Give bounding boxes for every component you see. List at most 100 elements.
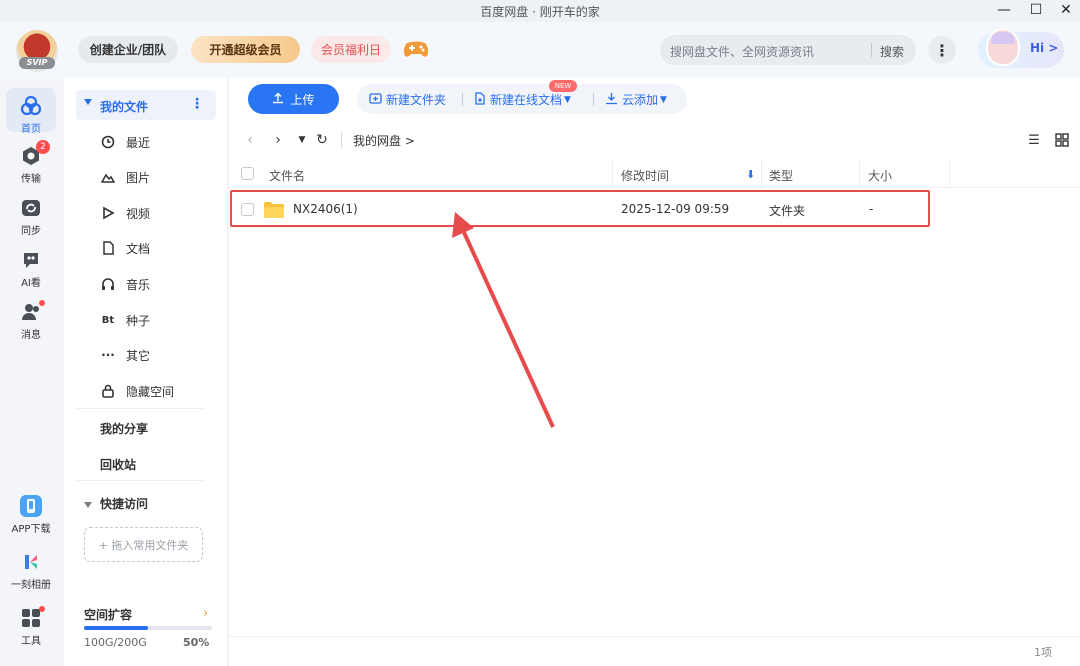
- minimize-button[interactable]: —: [990, 0, 1018, 20]
- download-icon: [605, 92, 618, 108]
- more-menu-icon[interactable]: ⋮: [928, 36, 956, 64]
- open-vip-button[interactable]: 开通超级会员: [191, 36, 300, 63]
- maximize-button[interactable]: ☐: [1022, 0, 1050, 20]
- drop-folder-zone[interactable]: + 拖入常用文件夹: [84, 527, 203, 562]
- chevron-right-icon[interactable]: ›: [203, 606, 208, 621]
- table-row[interactable]: NX2406(1) 2025-12-09 09:59 文件夹 -: [230, 190, 930, 227]
- search-button[interactable]: 搜索: [880, 43, 904, 60]
- sidebar-item-my-files[interactable]: 我的文件 ⋮: [76, 90, 216, 120]
- column-type-header[interactable]: 类型: [769, 167, 793, 184]
- select-all-checkbox[interactable]: [241, 167, 254, 180]
- sort-desc-icon[interactable]: ⬇: [746, 168, 755, 181]
- storage-progress-fill: [84, 626, 148, 630]
- member-welfare-button[interactable]: 会员福利日: [311, 36, 391, 63]
- nav-divider: [341, 132, 342, 148]
- sidebar-item-label: 种子: [126, 313, 151, 328]
- document-icon: [100, 240, 116, 256]
- rail-label-home: 首页: [21, 124, 41, 135]
- cloud-add-button[interactable]: 云添加 ▼: [605, 91, 667, 108]
- phone-icon: [19, 494, 43, 518]
- home-cloud-icon: [19, 94, 43, 118]
- close-button[interactable]: ✕: [1052, 0, 1080, 20]
- sync-icon: [19, 196, 43, 220]
- sidebar-item-documents[interactable]: 文档: [100, 238, 150, 258]
- rail-item-sync[interactable]: 同步: [6, 196, 56, 237]
- main-panel: 上传 新建文件夹 新建在线文档 ▼ NEW 云添加 ▼ ‹ › ▼ ↻ 我的网盘…: [229, 78, 1080, 666]
- rail-item-album[interactable]: 一刻相册: [6, 550, 56, 591]
- more-vertical-icon[interactable]: ⋮: [190, 96, 204, 112]
- toolbar-divider: [593, 93, 594, 106]
- new-folder-button[interactable]: 新建文件夹: [369, 91, 446, 108]
- gamepad-icon[interactable]: [402, 39, 430, 59]
- toolbar-divider: [462, 93, 463, 106]
- rail-item-tools[interactable]: 工具: [6, 606, 56, 647]
- rail-label-tools: 工具: [21, 636, 41, 647]
- rail-item-messages[interactable]: 消息: [6, 300, 56, 341]
- sidebar-item-label: 图片: [126, 170, 151, 185]
- rail-label-sync: 同步: [21, 226, 41, 237]
- history-dropdown-icon[interactable]: ▼: [293, 130, 311, 150]
- column-divider: [612, 160, 613, 188]
- sidebar-item-recent[interactable]: 最近: [100, 132, 150, 152]
- grid-view-icon[interactable]: [1053, 131, 1071, 149]
- rail-item-app-download[interactable]: APP下载: [6, 494, 56, 535]
- file-name[interactable]: NX2406(1): [293, 202, 358, 216]
- space-expand-title[interactable]: 空间扩容: [84, 606, 132, 623]
- breadcrumb[interactable]: 我的网盘 >: [353, 132, 415, 149]
- nav-rail: 首页 2 传输 同步 AI看 消息 APP下载 一刻相册 工具: [0, 78, 62, 666]
- storage-progress-bar: [84, 626, 212, 630]
- upload-button[interactable]: 上传: [248, 84, 339, 114]
- search-input[interactable]: 搜网盘文件、全网资源资讯: [670, 43, 814, 60]
- album-icon: [19, 550, 43, 574]
- ellipsis-icon: ···: [101, 348, 115, 362]
- sidebar-item-label: 最近: [126, 135, 151, 150]
- sidebar-divider: [76, 408, 204, 409]
- sidebar-item-torrents[interactable]: Bt 种子: [100, 310, 150, 330]
- column-modified-header[interactable]: 修改时间: [621, 167, 669, 184]
- sidebar-item-hidden-space[interactable]: 隐藏空间: [100, 381, 174, 401]
- bt-icon: Bt: [101, 314, 115, 326]
- collapse-caret-icon: [84, 501, 92, 508]
- storage-percent-text: 50%: [183, 636, 210, 649]
- sort-list-icon[interactable]: ☰: [1025, 131, 1043, 149]
- column-size-header[interactable]: 大小: [868, 167, 892, 184]
- storage-used-text: 100G/200G: [84, 636, 147, 649]
- assistant-greeting[interactable]: Hi >: [978, 28, 1064, 68]
- rail-item-transfer[interactable]: 2 传输: [6, 140, 56, 185]
- navigation-row: ‹ › ▼ ↻ 我的网盘 > ☰: [229, 126, 1080, 156]
- quick-access-header[interactable]: 快捷访问: [84, 495, 148, 512]
- new-badge: NEW: [549, 80, 577, 92]
- rail-label-messages: 消息: [21, 330, 41, 341]
- title-bar: 百度网盘 · 刚开车的家 — ☐ ✕: [0, 0, 1080, 22]
- expand-caret-icon[interactable]: [84, 99, 92, 105]
- refresh-icon[interactable]: ↻: [313, 130, 331, 150]
- sidebar-item-recycle-bin[interactable]: 回收站: [100, 456, 136, 473]
- ai-watch-icon: [19, 248, 43, 272]
- column-divider: [761, 160, 762, 188]
- headphones-icon: [100, 276, 116, 292]
- rail-item-ai[interactable]: AI看: [6, 248, 56, 289]
- footer-divider: [229, 636, 1080, 637]
- sidebar-item-my-share[interactable]: 我的分享: [100, 420, 148, 437]
- forward-arrow-icon[interactable]: ›: [269, 130, 287, 150]
- new-online-doc-button[interactable]: 新建在线文档 ▼: [473, 91, 571, 108]
- column-name-header[interactable]: 文件名: [269, 167, 305, 184]
- svip-avatar[interactable]: SVIP: [16, 30, 58, 72]
- sidebar-item-music[interactable]: 音乐: [100, 274, 150, 294]
- sidebar: 我的文件 ⋮ 最近 图片 视频 文档 音乐 Bt 种子 ··· 其它 隐藏空间 …: [64, 78, 228, 666]
- search-bar[interactable]: 搜网盘文件、全网资源资讯 搜索: [660, 35, 916, 65]
- sidebar-item-others[interactable]: ··· 其它: [100, 345, 150, 365]
- sidebar-item-videos[interactable]: 视频: [100, 203, 150, 223]
- sidebar-divider: [76, 480, 204, 481]
- rail-label-ai: AI看: [21, 278, 41, 289]
- item-count: 1项: [1034, 646, 1052, 659]
- row-checkbox[interactable]: [241, 203, 254, 216]
- tools-dot: [39, 606, 45, 612]
- rail-item-home[interactable]: 首页: [6, 88, 56, 135]
- create-corp-button[interactable]: 创建企业/团队: [78, 36, 178, 63]
- back-arrow-icon[interactable]: ‹: [241, 130, 259, 150]
- table-header: 文件名 修改时间 ⬇ 类型 大小: [229, 160, 1080, 188]
- sidebar-item-images[interactable]: 图片: [100, 167, 150, 187]
- header: SVIP 创建企业/团队 开通超级会员 会员福利日 搜网盘文件、全网资源资讯 搜…: [0, 22, 1080, 78]
- sidebar-item-label: 视频: [126, 206, 151, 221]
